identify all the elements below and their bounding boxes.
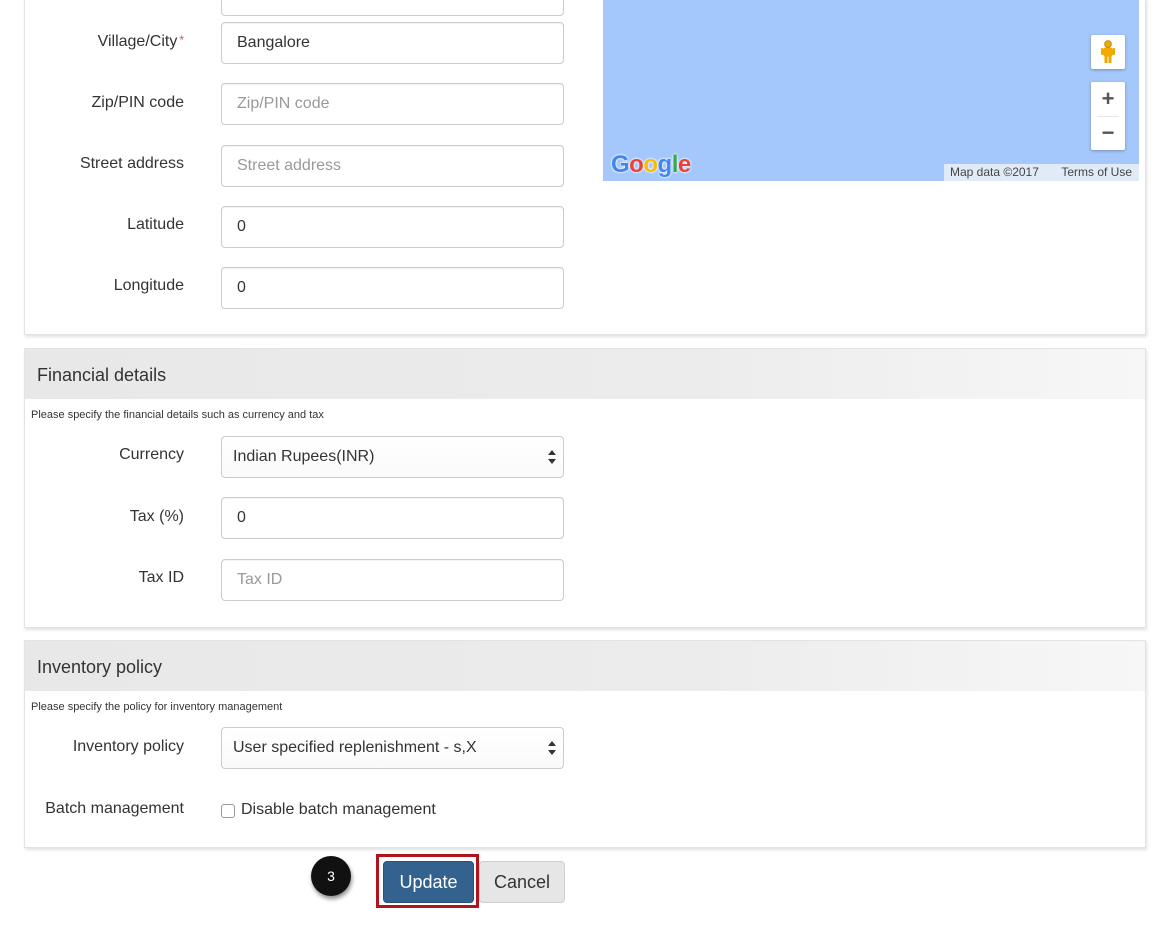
longitude-input[interactable] xyxy=(221,267,564,309)
street-label: Street address xyxy=(79,155,184,172)
inventory-description: Please specify the policy for inventory … xyxy=(31,701,283,713)
pegman-icon xyxy=(1101,40,1115,63)
google-logo: Google xyxy=(611,151,691,178)
village-city-input[interactable] xyxy=(221,22,564,64)
tax-input[interactable] xyxy=(221,497,564,539)
latitude-label: Latitude xyxy=(127,216,184,233)
disable-batch-checkbox[interactable] xyxy=(221,804,235,818)
required-marker: * xyxy=(179,33,184,47)
zoom-out-icon[interactable]: − xyxy=(1091,116,1125,150)
currency-label: Currency xyxy=(119,446,184,463)
disable-batch-label[interactable]: Disable batch management xyxy=(241,801,436,819)
village-city-label: Village/City * xyxy=(97,33,184,50)
map-footer: Map data ©2017 Terms of Use xyxy=(944,164,1139,181)
batch-management-label: Batch management xyxy=(45,800,184,817)
zip-input[interactable] xyxy=(221,83,564,125)
step-badge: 3 xyxy=(311,856,351,896)
select-arrows-icon xyxy=(548,741,556,755)
update-button[interactable]: Update xyxy=(383,861,474,903)
pegman-button[interactable] xyxy=(1091,35,1125,69)
map[interactable]: + − Google Map data ©2017 Terms of Use xyxy=(603,0,1139,181)
inventory-title: Inventory policy xyxy=(37,657,163,677)
inventory-policy-value: User specified replenishment - s,X xyxy=(233,739,477,756)
select-arrows-icon xyxy=(548,450,556,464)
map-data-text: Map data ©2017 xyxy=(950,165,1039,179)
financial-description: Please specify the financial details suc… xyxy=(31,409,324,421)
zoom-in-icon[interactable]: + xyxy=(1091,82,1125,116)
currency-value: Indian Rupees(INR) xyxy=(233,448,375,465)
zip-label: Zip/PIN code xyxy=(91,94,184,111)
inventory-policy-label: Inventory policy xyxy=(72,738,184,755)
financial-header: Financial details xyxy=(25,349,1145,399)
zoom-control: + − xyxy=(1091,82,1125,150)
inventory-header: Inventory policy xyxy=(25,641,1145,691)
tax-id-input[interactable] xyxy=(221,559,564,601)
state-field[interactable] xyxy=(221,0,564,16)
terms-link[interactable]: Terms of Use xyxy=(1061,164,1132,181)
inventory-policy-select[interactable]: User specified replenishment - s,X xyxy=(221,727,564,769)
tax-id-label: Tax ID xyxy=(138,569,184,586)
currency-select[interactable]: Indian Rupees(INR) xyxy=(221,436,564,478)
longitude-label: Longitude xyxy=(113,277,184,294)
latitude-input[interactable] xyxy=(221,206,564,248)
tax-label: Tax (%) xyxy=(129,508,184,525)
financial-panel: Financial details Please specify the fin… xyxy=(24,348,1146,628)
street-input[interactable] xyxy=(221,145,564,187)
financial-title: Financial details xyxy=(37,365,167,385)
inventory-panel: Inventory policy Please specify the poli… xyxy=(24,640,1146,848)
cancel-button[interactable]: Cancel xyxy=(479,861,565,903)
